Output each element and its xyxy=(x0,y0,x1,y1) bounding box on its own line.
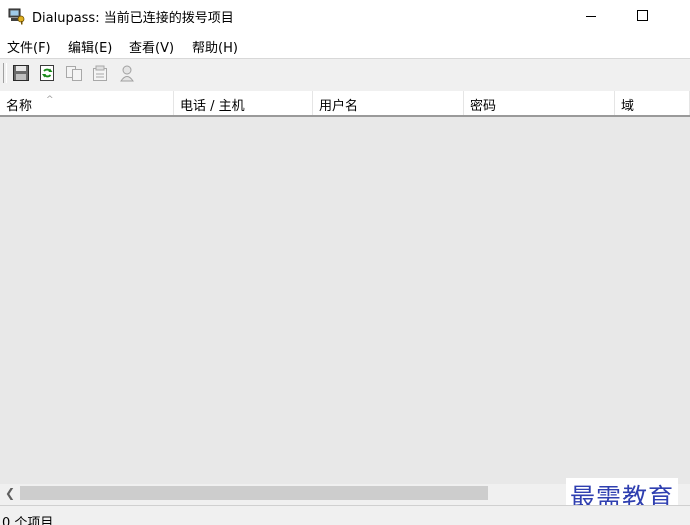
toolbar xyxy=(0,58,690,89)
scroll-left-arrow-icon[interactable]: ❮ xyxy=(2,485,18,501)
column-password[interactable]: 密码 xyxy=(464,91,615,115)
maximize-button[interactable] xyxy=(620,0,666,32)
list-header: 名称 ^ 电话 / 主机 用户名 密码 域 xyxy=(0,91,690,117)
window-title: Dialupass: 当前已连接的拨号项目 xyxy=(32,11,234,26)
title-bar[interactable]: Dialupass: 当前已连接的拨号项目 xyxy=(0,0,690,32)
refresh-icon[interactable] xyxy=(38,64,56,82)
menu-view[interactable]: 查看(V) xyxy=(129,37,174,56)
properties-icon[interactable] xyxy=(91,64,109,82)
column-domain[interactable]: 域 xyxy=(615,91,690,115)
dialup-list[interactable]: 名称 ^ 电话 / 主机 用户名 密码 域 xyxy=(0,91,690,484)
minimize-button[interactable] xyxy=(568,0,614,32)
menu-help[interactable]: 帮助(H) xyxy=(192,37,238,56)
menu-edit[interactable]: 编辑(E) xyxy=(68,37,112,56)
menu-bar: 文件(F) 编辑(E) 查看(V) 帮助(H) xyxy=(0,32,690,58)
item-count: 0 个项目 xyxy=(2,516,54,525)
column-username[interactable]: 用户名 xyxy=(313,91,464,115)
status-bar: 0 个项目 xyxy=(0,505,690,525)
about-icon[interactable] xyxy=(118,64,136,82)
column-username-label: 用户名 xyxy=(319,99,359,114)
column-password-label: 密码 xyxy=(470,99,497,114)
column-name[interactable]: 名称 ^ xyxy=(0,91,174,115)
copy-icon[interactable] xyxy=(65,64,83,82)
column-phone-host-label: 电话 / 主机 xyxy=(180,99,245,114)
sort-ascending-icon: ^ xyxy=(46,95,54,105)
dialupass-window: Dialupass: 当前已连接的拨号项目 文件(F) 编辑(E) 查看(V) … xyxy=(0,0,690,525)
toolbar-grip[interactable] xyxy=(3,63,7,83)
menu-file[interactable]: 文件(F) xyxy=(7,37,51,56)
save-icon[interactable] xyxy=(12,64,30,82)
column-domain-label: 域 xyxy=(621,99,635,114)
computer-key-icon xyxy=(8,8,25,25)
column-phone-host[interactable]: 电话 / 主机 xyxy=(174,91,313,115)
scroll-thumb[interactable] xyxy=(20,486,488,500)
column-name-label: 名称 xyxy=(6,99,33,114)
